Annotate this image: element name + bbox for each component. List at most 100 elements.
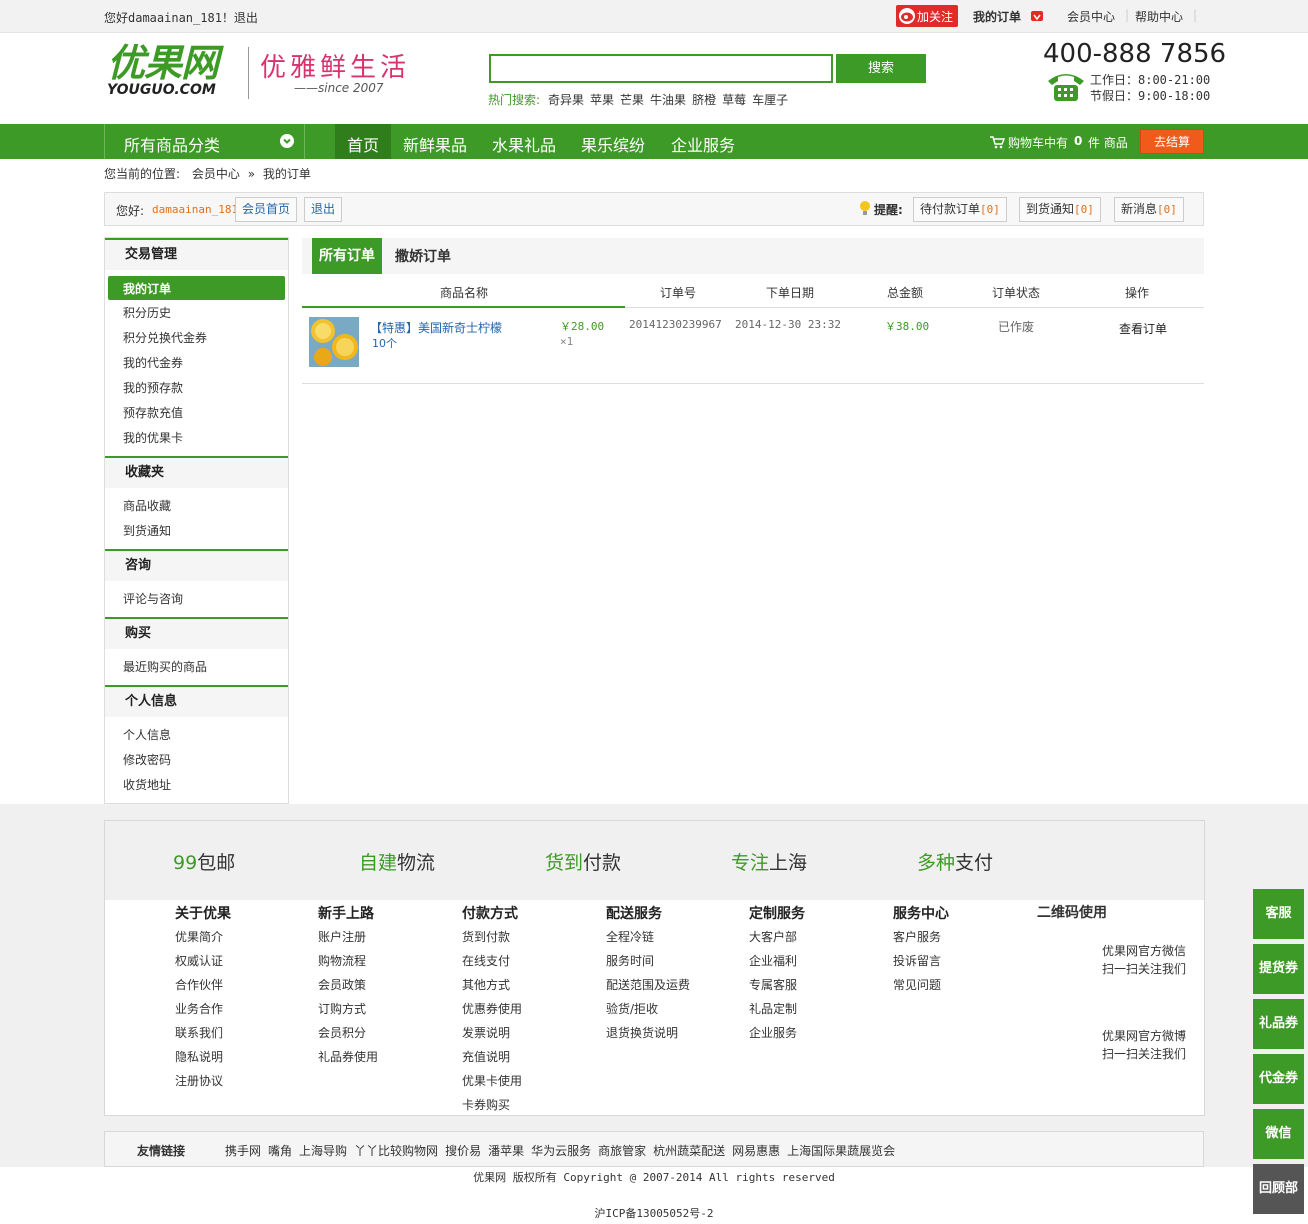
hot-term[interactable]: 苹果	[590, 93, 614, 107]
friend-link[interactable]: 商旅管家	[598, 1144, 646, 1158]
footer-link[interactable]: 订购方式	[318, 1000, 366, 1017]
footer-link[interactable]: 在线支付	[462, 952, 510, 969]
footer-link[interactable]: 账户注册	[318, 928, 366, 945]
view-order-link[interactable]: 查看订单	[1119, 320, 1167, 337]
footer-link[interactable]: 企业服务	[749, 1024, 797, 1041]
nav-home[interactable]: 首页	[347, 132, 379, 156]
friend-link[interactable]: 上海国际果蔬展览会	[787, 1144, 895, 1158]
footer-link[interactable]: 客户服务	[893, 928, 941, 945]
footer-link[interactable]: 投诉留言	[893, 952, 941, 969]
footer-link[interactable]: 隐私说明	[175, 1048, 223, 1065]
product-thumbnail[interactable]	[309, 317, 359, 367]
sidebar-item-reviews[interactable]: 评论与咨询	[123, 591, 183, 607]
icp-number[interactable]: 沪ICP备13005052号-2	[0, 1205, 1308, 1221]
sidebar-item-address[interactable]: 收货地址	[123, 777, 171, 793]
footer-link[interactable]: 合作伙伴	[175, 976, 223, 993]
nav-fruit-fun[interactable]: 果乐缤纷	[581, 132, 645, 156]
footer-link[interactable]: 验货/拒收	[606, 1000, 658, 1017]
nav-fruit-gifts[interactable]: 水果礼品	[492, 132, 556, 156]
friend-link[interactable]: 携手网	[225, 1144, 261, 1158]
dropdown-icon[interactable]	[1031, 11, 1043, 21]
friend-link[interactable]: 嘴角	[268, 1144, 292, 1158]
footer-link[interactable]: 服务时间	[606, 952, 654, 969]
product-name-link[interactable]: 【特惠】美国新奇士柠檬	[370, 319, 502, 336]
breadcrumb-my-orders[interactable]: 我的订单	[263, 167, 311, 181]
sidebar-item-points-exchange[interactable]: 积分兑换代金券	[123, 330, 207, 346]
member-center-link[interactable]: 会员中心	[1067, 8, 1115, 25]
friend-link[interactable]: 潘苹果	[488, 1144, 524, 1158]
site-logo[interactable]: 优果网 YOUGUO.COM	[107, 43, 219, 97]
new-messages-button[interactable]: 新消息[0]	[1114, 197, 1184, 222]
member-home-button[interactable]: 会员首页	[235, 197, 298, 222]
nav-fresh-fruit[interactable]: 新鲜果品	[403, 132, 467, 156]
footer-link[interactable]: 会员积分	[318, 1024, 366, 1041]
sidebar-item-arrival-notice[interactable]: 到货通知	[123, 523, 171, 539]
search-input[interactable]	[489, 54, 833, 83]
category-menu[interactable]: 所有商品分类	[104, 124, 305, 159]
sidebar-item-change-password[interactable]: 修改密码	[123, 752, 171, 768]
footer-link[interactable]: 购物流程	[318, 952, 366, 969]
sidebar-item-points-history[interactable]: 积分历史	[123, 305, 171, 321]
hot-term[interactable]: 奇异果	[548, 93, 584, 107]
footer-link[interactable]: 全程冷链	[606, 928, 654, 945]
footer-link[interactable]: 优果卡使用	[462, 1072, 522, 1089]
footer-link[interactable]: 发票说明	[462, 1024, 510, 1041]
footer-link[interactable]: 注册协议	[175, 1072, 223, 1089]
footer-link[interactable]: 常见问题	[893, 976, 941, 993]
sidebar-item-personal-info[interactable]: 个人信息	[123, 727, 171, 743]
footer-link[interactable]: 专属客服	[749, 976, 797, 993]
footer-link[interactable]: 其他方式	[462, 976, 510, 993]
sidebar-item-deposit-recharge[interactable]: 预存款充值	[123, 405, 183, 421]
hot-term[interactable]: 脐橙	[692, 93, 716, 107]
breadcrumb-member-center[interactable]: 会员中心	[192, 167, 240, 181]
follow-weibo-button[interactable]: 加关注	[896, 5, 958, 27]
sidebar-item-my-card[interactable]: 我的优果卡	[123, 430, 183, 446]
friend-link[interactable]: 华为云服务	[531, 1144, 591, 1158]
my-orders-link[interactable]: 我的订单	[973, 8, 1021, 25]
sidebar-item-my-deposit[interactable]: 我的预存款	[123, 380, 183, 396]
float-back-to-top[interactable]: 回顾部	[1253, 1164, 1304, 1214]
footer-link[interactable]: 礼品定制	[749, 1000, 797, 1017]
friend-link[interactable]: 上海导购	[299, 1144, 347, 1158]
footer-link[interactable]: 权威认证	[175, 952, 223, 969]
footer-link[interactable]: 会员政策	[318, 976, 366, 993]
float-pickup-coupon[interactable]: 提货券	[1253, 944, 1304, 994]
float-voucher[interactable]: 代金券	[1253, 1054, 1304, 1104]
friend-link[interactable]: 网易惠惠	[732, 1144, 780, 1158]
friend-link[interactable]: 杭州蔬菜配送	[653, 1144, 725, 1158]
greeting-text[interactable]: 您好damaainan_181！退出	[104, 9, 258, 26]
arrival-notice-button[interactable]: 到货通知[0]	[1019, 197, 1101, 222]
footer-link[interactable]: 充值说明	[462, 1048, 510, 1065]
hot-term[interactable]: 车厘子	[752, 93, 788, 107]
sidebar-item-recent-purchases[interactable]: 最近购买的商品	[123, 659, 207, 675]
footer-link[interactable]: 业务合作	[175, 1000, 223, 1017]
tab-all-orders[interactable]: 所有订单	[312, 238, 382, 274]
footer-link[interactable]: 优果简介	[175, 928, 223, 945]
footer-link[interactable]: 卡券购买	[462, 1096, 510, 1113]
footer-link[interactable]: 大客户部	[749, 928, 797, 945]
friend-link[interactable]: 丫丫比较购物网	[354, 1144, 438, 1158]
float-wechat[interactable]: 微信	[1253, 1109, 1304, 1159]
float-customer-service[interactable]: 客服	[1253, 889, 1304, 939]
hot-term[interactable]: 牛油果	[650, 93, 686, 107]
footer-link[interactable]: 配送范围及运费	[606, 976, 690, 993]
footer-link[interactable]: 退货换货说明	[606, 1024, 678, 1041]
footer-link[interactable]: 联系我们	[175, 1024, 223, 1041]
search-button[interactable]: 搜索	[836, 54, 926, 83]
friend-link[interactable]: 搜价易	[445, 1144, 481, 1158]
sidebar-item-my-vouchers[interactable]: 我的代金券	[123, 355, 183, 371]
pending-pay-button[interactable]: 待付款订单[0]	[913, 197, 1007, 222]
help-center-link[interactable]: 帮助中心	[1135, 8, 1183, 25]
float-gift-coupon[interactable]: 礼品券	[1253, 999, 1304, 1049]
checkout-button[interactable]: 去结算	[1140, 129, 1204, 154]
sidebar-item-my-orders[interactable]: 我的订单	[108, 276, 285, 300]
footer-link[interactable]: 企业福利	[749, 952, 797, 969]
footer-link[interactable]: 货到付款	[462, 928, 510, 945]
tab-special-orders[interactable]: 撒娇订单	[395, 246, 451, 266]
hot-term[interactable]: 草莓	[722, 93, 746, 107]
nav-enterprise[interactable]: 企业服务	[671, 132, 735, 156]
footer-link[interactable]: 礼品券使用	[318, 1048, 378, 1065]
logout-button[interactable]: 退出	[304, 197, 343, 222]
hot-term[interactable]: 芒果	[620, 93, 644, 107]
sidebar-item-product-favorites[interactable]: 商品收藏	[123, 498, 171, 514]
